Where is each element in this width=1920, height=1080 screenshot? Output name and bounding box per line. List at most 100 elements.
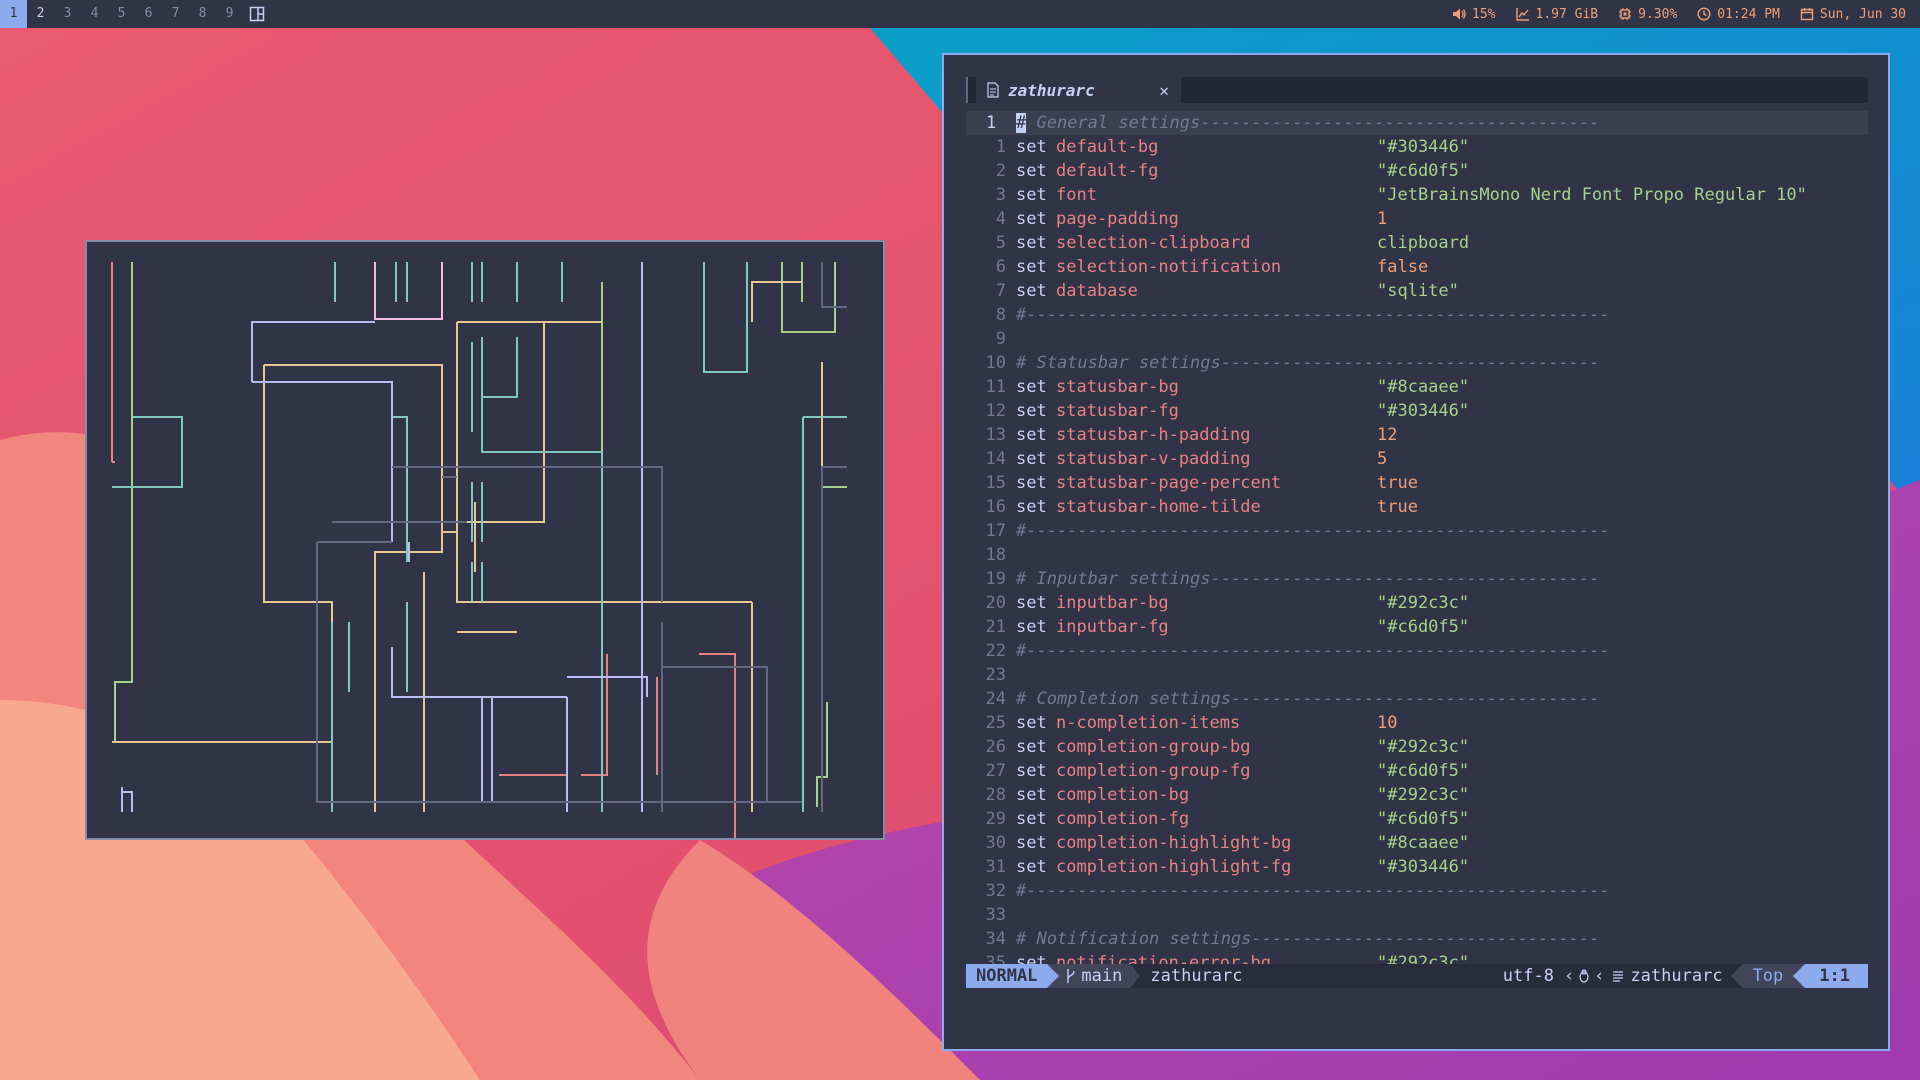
- line-content: set default-bg "#303446": [1016, 135, 1469, 159]
- line-content: set inputbar-bg "#292c3c": [1016, 591, 1469, 615]
- line-content: set statusbar-v-padding 5: [1016, 447, 1387, 471]
- current-line[interactable]: 1 # General settings---------------------…: [966, 111, 1868, 135]
- memory-indicator: 1.97 GiB: [1515, 7, 1598, 22]
- code-line[interactable]: 25 set n-completion-items 10: [966, 711, 1868, 735]
- code-line[interactable]: 5 set selection-clipboard clipboard: [966, 231, 1868, 255]
- workspace-3[interactable]: 3: [54, 0, 81, 28]
- option-name: completion-group-bg: [1056, 737, 1251, 757]
- set-keyword: set: [1016, 473, 1047, 493]
- code-line[interactable]: 7 set database "sqlite": [966, 279, 1868, 303]
- set-keyword: set: [1016, 593, 1047, 613]
- code-line[interactable]: 26 set completion-group-bg "#292c3c": [966, 735, 1868, 759]
- code-line[interactable]: 8 #--------------------------------------…: [966, 303, 1868, 327]
- tabline: zathurarc ✕: [966, 77, 1868, 103]
- line-content: set completion-group-fg "#c6d0f5": [1016, 759, 1469, 783]
- workspace-7[interactable]: 7: [162, 0, 189, 28]
- line-content: set statusbar-page-percent true: [1016, 471, 1418, 495]
- line-number: 31: [985, 857, 1006, 877]
- code-line[interactable]: 32 #-------------------------------------…: [966, 879, 1868, 903]
- set-keyword: set: [1016, 785, 1047, 805]
- code-line[interactable]: 17 #-------------------------------------…: [966, 519, 1868, 543]
- neovim-window[interactable]: zathurarc ✕ 1 # General settings---------…: [942, 53, 1890, 1051]
- line-content: #---------------------------------------…: [1016, 641, 1610, 661]
- option-value: "#8caaee": [1377, 377, 1470, 397]
- line-number: 10: [985, 353, 1006, 373]
- chevron-left-icon: ‹: [1563, 966, 1575, 986]
- line-number: 15: [985, 473, 1006, 493]
- code-line[interactable]: 15 set statusbar-page-percent true: [966, 471, 1868, 495]
- workspace-2[interactable]: 2: [27, 0, 54, 28]
- line-content: set database "sqlite": [1016, 279, 1459, 303]
- code-line[interactable]: 30 set completion-highlight-bg "#8caaee": [966, 831, 1868, 855]
- layout-toggle-icon[interactable]: [243, 0, 271, 28]
- calendar-icon: [1800, 8, 1814, 21]
- set-keyword: set: [1016, 809, 1047, 829]
- line-number: 7: [995, 281, 1006, 301]
- option-name: statusbar-page-percent: [1056, 473, 1282, 493]
- code-line[interactable]: 23: [966, 663, 1868, 687]
- workspace-5[interactable]: 5: [108, 0, 135, 28]
- code-line[interactable]: 29 set completion-fg "#c6d0f5": [966, 807, 1868, 831]
- workspace-1[interactable]: 1: [0, 0, 27, 28]
- branch-separator: [1130, 964, 1141, 988]
- line-content: set n-completion-items 10: [1016, 711, 1397, 735]
- code-line[interactable]: 10 # Statusbar settings------------------…: [966, 351, 1868, 375]
- line-number: 32: [985, 881, 1006, 901]
- tab-zathurarc[interactable]: zathurarc ✕: [976, 77, 1181, 103]
- code-line[interactable]: 13 set statusbar-h-padding 12: [966, 423, 1868, 447]
- code-line[interactable]: 19 # Inputbar settings-------------------…: [966, 567, 1868, 591]
- code-line[interactable]: 1 set default-bg "#303446": [966, 135, 1868, 159]
- line-content: set completion-bg "#292c3c": [1016, 783, 1469, 807]
- code-line[interactable]: 4 set page-padding 1: [966, 207, 1868, 231]
- line-number: 17: [985, 521, 1006, 541]
- code-line[interactable]: 6 set selection-notification false: [966, 255, 1868, 279]
- code-line[interactable]: 2 set default-fg "#c6d0f5": [966, 159, 1868, 183]
- code-line[interactable]: 34 # Notification settings---------------…: [966, 927, 1868, 951]
- option-value: true: [1377, 473, 1418, 493]
- code-line[interactable]: 21 set inputbar-fg "#c6d0f5": [966, 615, 1868, 639]
- code-line[interactable]: 20 set inputbar-bg "#292c3c": [966, 591, 1868, 615]
- set-keyword: set: [1016, 497, 1047, 517]
- set-keyword: set: [1016, 833, 1047, 853]
- line-content: set default-fg "#c6d0f5": [1016, 159, 1469, 183]
- option-name: n-completion-items: [1056, 713, 1241, 733]
- code-line[interactable]: 28 set completion-bg "#292c3c": [966, 783, 1868, 807]
- code-line[interactable]: 24 # Completion settings-----------------…: [966, 687, 1868, 711]
- code-line[interactable]: 11 set statusbar-bg "#8caaee": [966, 375, 1868, 399]
- git-branch-icon: [1067, 969, 1076, 983]
- line-content: set selection-notification false: [1016, 255, 1428, 279]
- workspace-8[interactable]: 8: [189, 0, 216, 28]
- system-status: 15% 1.97 GiB 9.30% 01:24 PM Sun, Jun 30: [1452, 0, 1906, 28]
- git-branch[interactable]: main: [1059, 964, 1131, 988]
- pipes-terminal-window[interactable]: [85, 240, 885, 840]
- code-line[interactable]: 12 set statusbar-fg "#303446": [966, 399, 1868, 423]
- option-value: "#303446": [1377, 857, 1470, 877]
- line-number: 9: [995, 329, 1006, 349]
- option-value: "#c6d0f5": [1377, 761, 1470, 781]
- line-number: 18: [985, 545, 1006, 565]
- line-number: 22: [985, 641, 1006, 661]
- list-lines-icon: [1613, 971, 1624, 982]
- code-line[interactable]: 9: [966, 327, 1868, 351]
- code-line[interactable]: 14 set statusbar-v-padding 5: [966, 447, 1868, 471]
- workspace-9[interactable]: 9: [216, 0, 243, 28]
- code-line[interactable]: 3 set font "JetBrainsMono Nerd Font Propo R…: [966, 183, 1868, 207]
- code-buffer[interactable]: 1 # General settings---------------------…: [966, 111, 1868, 975]
- option-value: "#303446": [1377, 401, 1470, 421]
- volume-value: 15%: [1472, 6, 1496, 22]
- code-line[interactable]: 27 set completion-group-fg "#c6d0f5": [966, 759, 1868, 783]
- line-content: # Completion settings-------------------…: [1016, 689, 1600, 709]
- option-value: 10: [1377, 713, 1398, 733]
- code-line[interactable]: 31 set completion-highlight-fg "#303446": [966, 855, 1868, 879]
- code-line[interactable]: 22 #-------------------------------------…: [966, 639, 1868, 663]
- workspace-4[interactable]: 4: [81, 0, 108, 28]
- set-keyword: set: [1016, 209, 1047, 229]
- scroll-position: Top: [1742, 964, 1794, 988]
- code-line[interactable]: 18: [966, 543, 1868, 567]
- workspace-6[interactable]: 6: [135, 0, 162, 28]
- option-name: inputbar-fg: [1056, 617, 1169, 637]
- code-line[interactable]: 16 set statusbar-home-tilde true: [966, 495, 1868, 519]
- code-line[interactable]: 33: [966, 903, 1868, 927]
- close-icon[interactable]: ✕: [1159, 81, 1169, 100]
- volume-indicator[interactable]: 15%: [1452, 6, 1496, 22]
